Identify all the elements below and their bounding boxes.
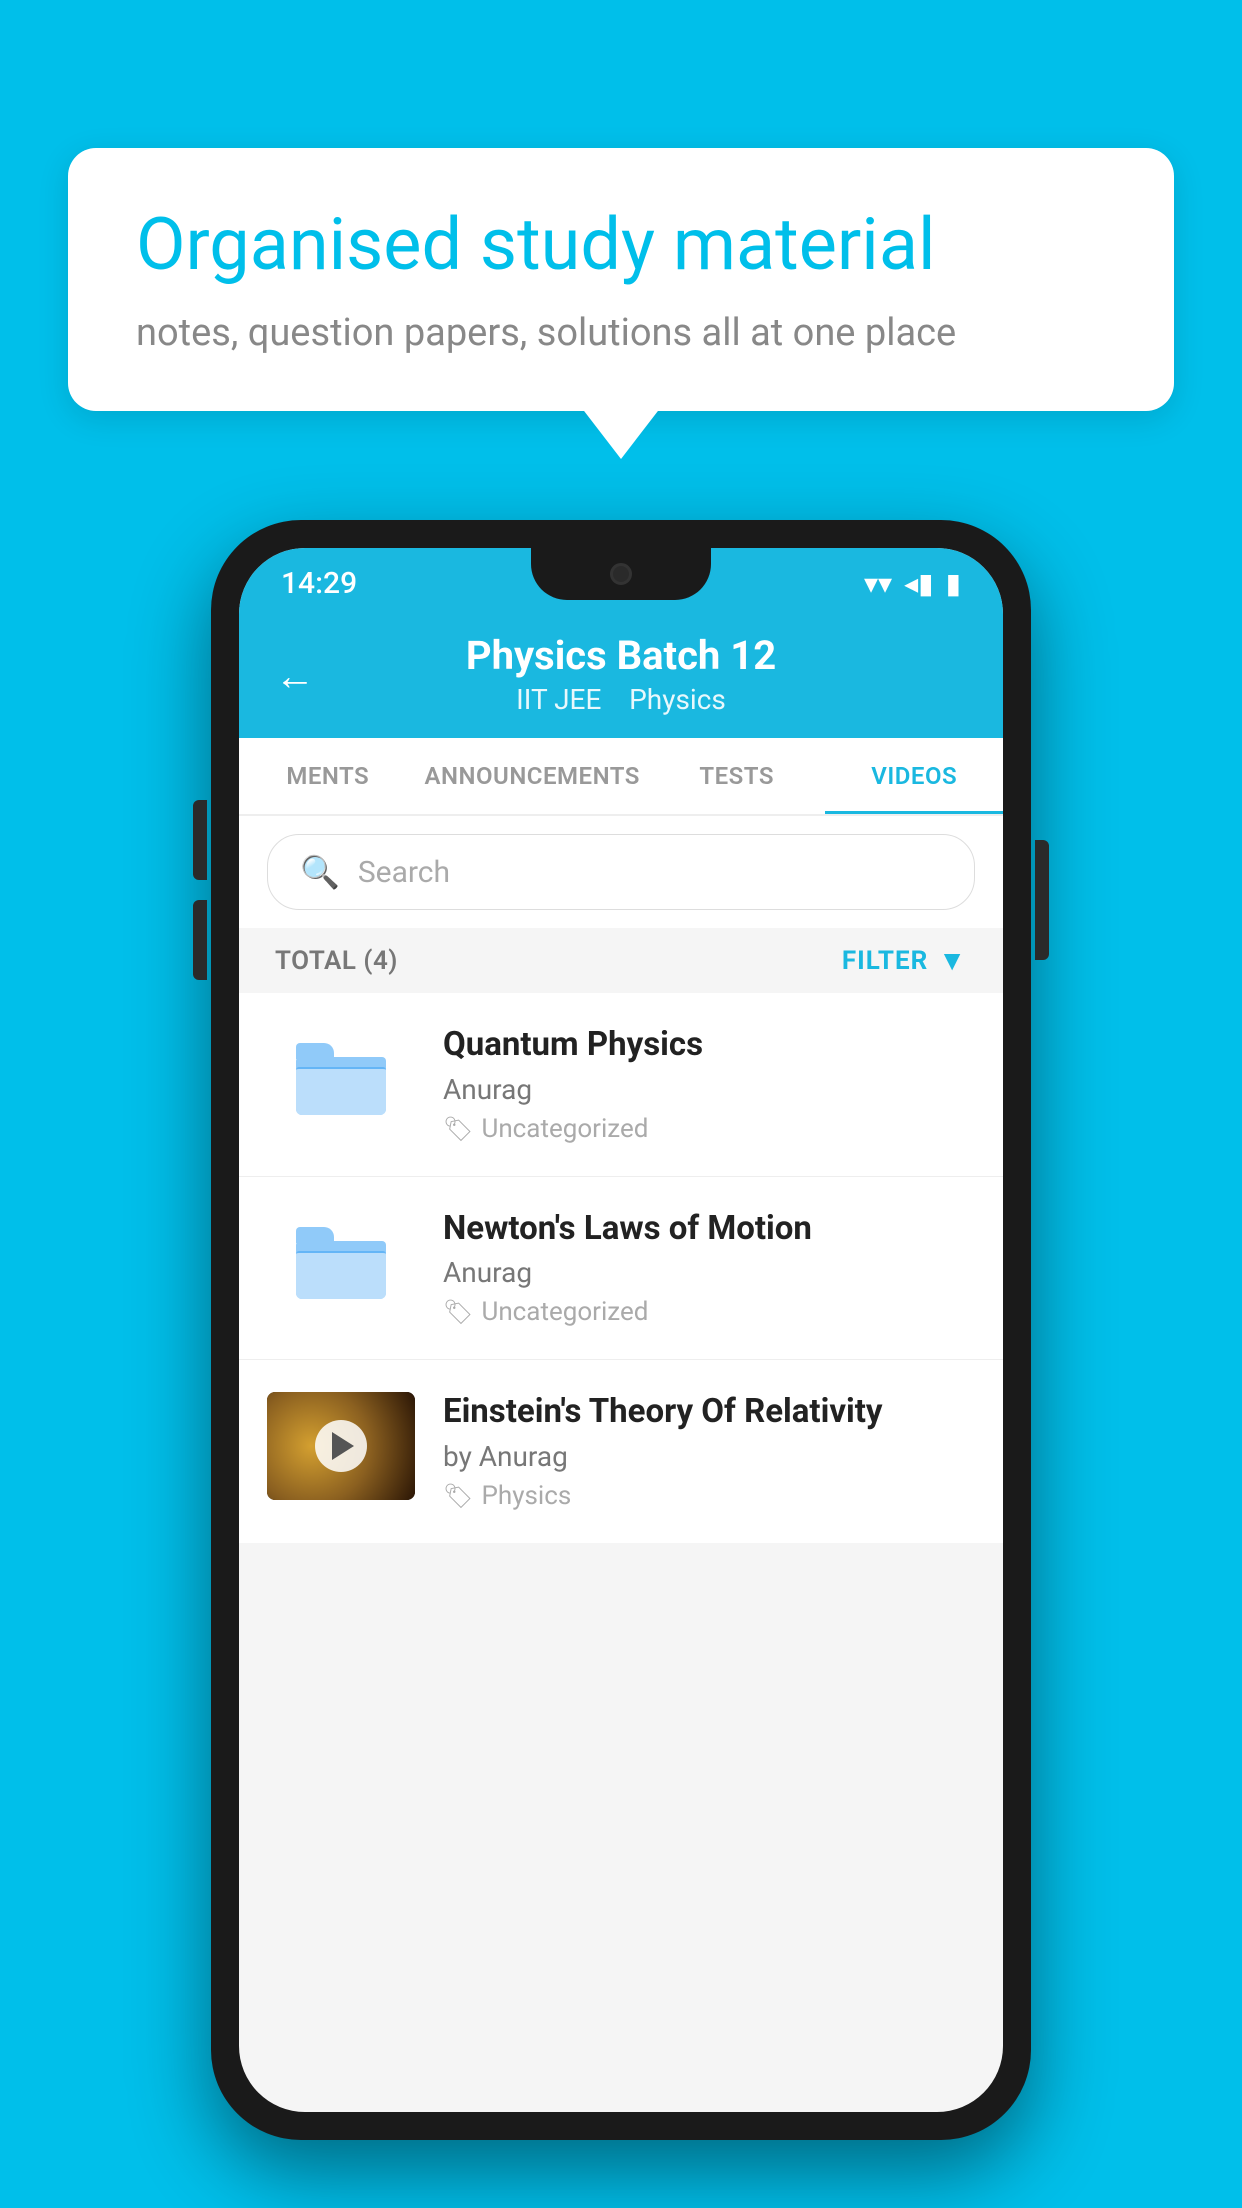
- video-author: Anurag: [443, 1073, 975, 1106]
- notch: [531, 548, 711, 600]
- tag-text: Uncategorized: [481, 1114, 648, 1144]
- header-tag1: IIT JEE: [516, 683, 601, 716]
- search-bar[interactable]: 🔍 Search: [267, 834, 975, 910]
- by-prefix: by: [443, 1440, 479, 1473]
- bubble-subtitle: notes, question papers, solutions all at…: [136, 311, 1106, 355]
- video-info: Newton's Laws of Motion Anurag 🏷 Uncateg…: [443, 1209, 975, 1328]
- folder-icon-container: [267, 1209, 415, 1317]
- tag-icon: 🏷: [443, 1482, 473, 1510]
- volume-up-button: [193, 800, 207, 880]
- bubble-title: Organised study material: [136, 204, 1106, 287]
- tag-text: Physics: [481, 1481, 571, 1511]
- phone-frame: 14:29 ▾▾ ◂▮ ▮ ← Physics Batch 12 IIT JEE…: [211, 520, 1031, 2140]
- search-input[interactable]: Search: [358, 855, 450, 890]
- tag-icon: 🏷: [443, 1298, 473, 1326]
- battery-icon: ▮: [946, 567, 961, 600]
- video-tag: 🏷 Uncategorized: [443, 1297, 975, 1327]
- video-tag: 🏷 Uncategorized: [443, 1114, 975, 1144]
- camera: [610, 563, 632, 585]
- total-count: TOTAL (4): [275, 946, 398, 976]
- power-button: [1035, 840, 1049, 960]
- folder-icon: [296, 1043, 386, 1115]
- app-header: ← Physics Batch 12 IIT JEE Physics: [239, 614, 1003, 738]
- filter-label: FILTER: [842, 946, 928, 976]
- back-button[interactable]: ←: [275, 653, 315, 700]
- video-info: Quantum Physics Anurag 🏷 Uncategorized: [443, 1025, 975, 1144]
- speech-bubble: Organised study material notes, question…: [68, 148, 1174, 411]
- video-title: Einstein's Theory Of Relativity: [443, 1392, 975, 1432]
- video-title: Quantum Physics: [443, 1025, 975, 1065]
- tab-announcements[interactable]: ANNOUNCEMENTS: [417, 738, 648, 814]
- video-info: Einstein's Theory Of Relativity by Anura…: [443, 1392, 975, 1511]
- phone-screen: 14:29 ▾▾ ◂▮ ▮ ← Physics Batch 12 IIT JEE…: [239, 548, 1003, 2112]
- wifi-icon: ▾▾: [864, 567, 892, 600]
- video-author: Anurag: [443, 1256, 975, 1289]
- folder-icon: [296, 1227, 386, 1299]
- status-time: 14:29: [281, 566, 357, 601]
- filter-bar: TOTAL (4) FILTER ▼: [239, 928, 1003, 993]
- filter-funnel-icon: ▼: [938, 944, 967, 977]
- tag-icon: 🏷: [443, 1115, 473, 1143]
- volume-down-button: [193, 900, 207, 980]
- tab-ments[interactable]: MENTS: [239, 738, 417, 814]
- video-author: by Anurag: [443, 1440, 975, 1473]
- speech-bubble-container: Organised study material notes, question…: [68, 148, 1174, 411]
- list-item[interactable]: Newton's Laws of Motion Anurag 🏷 Uncateg…: [239, 1177, 1003, 1361]
- folder-icon-container: [267, 1025, 415, 1133]
- header-subtitle: IIT JEE Physics: [275, 683, 967, 716]
- filter-button[interactable]: FILTER ▼: [842, 944, 967, 977]
- search-container: 🔍 Search: [239, 816, 1003, 928]
- play-button[interactable]: [315, 1420, 367, 1472]
- video-thumbnail: [267, 1392, 415, 1500]
- signal-icon: ◂▮: [904, 567, 933, 600]
- phone-mockup: 14:29 ▾▾ ◂▮ ▮ ← Physics Batch 12 IIT JEE…: [211, 520, 1031, 2140]
- tag-text: Uncategorized: [481, 1297, 648, 1327]
- video-title: Newton's Laws of Motion: [443, 1209, 975, 1249]
- video-tag: 🏷 Physics: [443, 1481, 975, 1511]
- video-list: Quantum Physics Anurag 🏷 Uncategorized: [239, 993, 1003, 1543]
- status-icons: ▾▾ ◂▮ ▮: [864, 567, 961, 600]
- play-triangle-icon: [332, 1432, 354, 1460]
- header-title: Physics Batch 12: [275, 632, 967, 679]
- header-tag2: Physics: [629, 683, 726, 716]
- tab-tests[interactable]: TESTS: [648, 738, 826, 814]
- list-item[interactable]: Einstein's Theory Of Relativity by Anura…: [239, 1360, 1003, 1543]
- list-item[interactable]: Quantum Physics Anurag 🏷 Uncategorized: [239, 993, 1003, 1177]
- tab-videos[interactable]: VIDEOS: [825, 738, 1003, 814]
- search-icon: 🔍: [300, 853, 340, 891]
- tabs-container: MENTS ANNOUNCEMENTS TESTS VIDEOS: [239, 738, 1003, 816]
